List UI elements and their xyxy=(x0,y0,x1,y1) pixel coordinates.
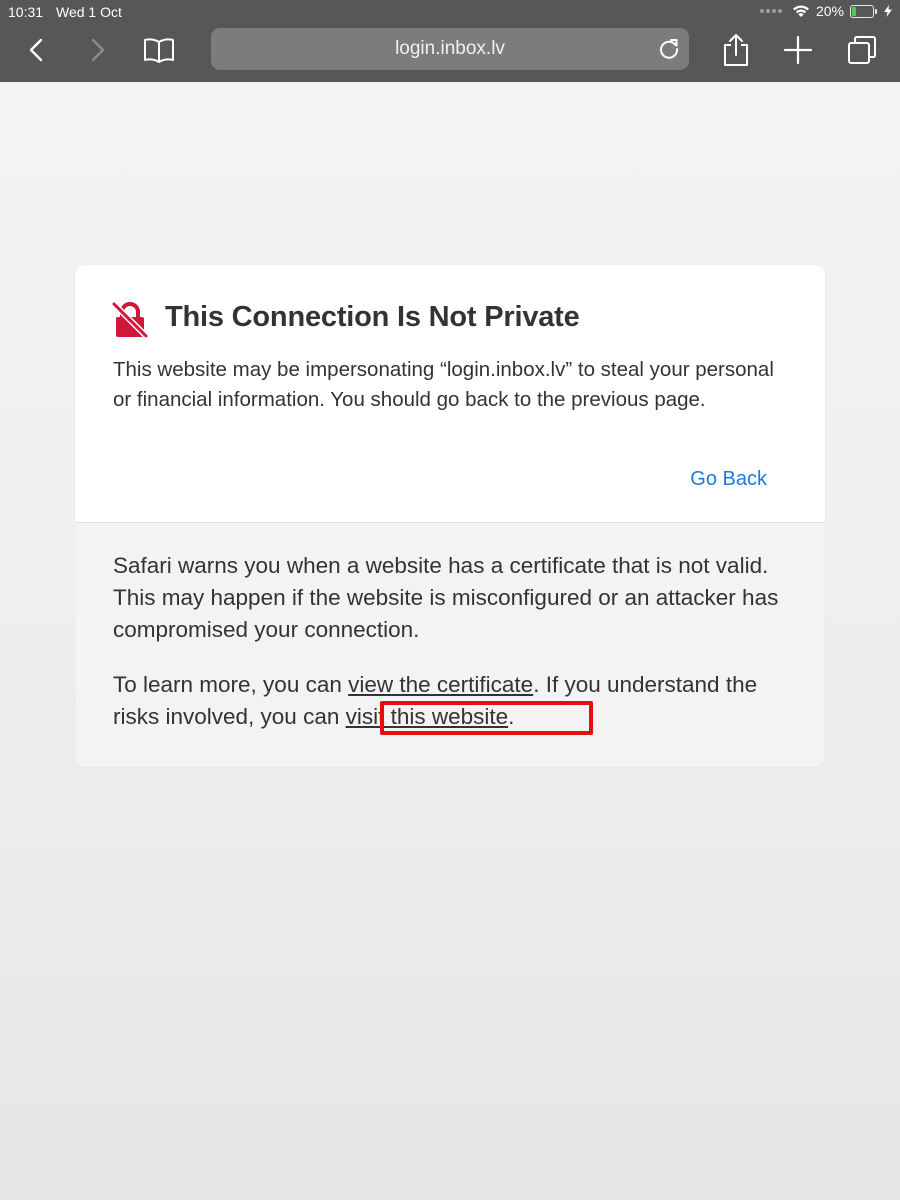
new-tab-icon xyxy=(784,36,812,64)
tabs-button[interactable] xyxy=(842,30,882,70)
bookmarks-icon xyxy=(144,38,174,63)
wifi-icon xyxy=(792,5,809,17)
forward-button[interactable] xyxy=(78,30,118,70)
tabs-icon xyxy=(848,36,876,64)
address-bar[interactable]: login.inbox.lv xyxy=(211,28,689,70)
battery-icon xyxy=(850,4,877,18)
share-icon xyxy=(724,34,748,66)
certificate-explanation: Safari warns you when a website has a ce… xyxy=(113,553,779,642)
warning-card: This Connection Is Not Private This webs… xyxy=(75,265,825,767)
signal-icon xyxy=(759,9,782,13)
go-back-button[interactable]: Go Back xyxy=(690,468,767,491)
back-button[interactable] xyxy=(16,30,56,70)
page-title: This Connection Is Not Private xyxy=(165,301,580,333)
warning-summary: This Connection Is Not Private This webs… xyxy=(75,265,825,523)
share-button[interactable] xyxy=(716,30,756,70)
status-time: 10:31 xyxy=(8,4,44,20)
status-bar: 10:31 Wed 1 Oct 20% xyxy=(0,0,900,24)
view-certificate-link[interactable]: view the certificate xyxy=(348,672,533,697)
status-date: Wed 1 Oct xyxy=(56,4,122,20)
back-icon xyxy=(29,38,43,62)
battery-level xyxy=(852,6,856,16)
highlight-box xyxy=(380,701,593,735)
bookmarks-button[interactable] xyxy=(139,30,179,70)
url-text: login.inbox.lv xyxy=(395,38,505,59)
browser-chrome: 10:31 Wed 1 Oct 20% login.inbox.lv xyxy=(0,0,900,82)
warning-message: This website may be impersonating “login… xyxy=(113,358,774,411)
forward-icon xyxy=(91,38,105,62)
charging-icon xyxy=(884,5,892,17)
reload-icon[interactable] xyxy=(657,37,681,61)
broken-lock-icon xyxy=(111,301,149,339)
new-tab-button[interactable] xyxy=(778,30,818,70)
status-indicators: 20% xyxy=(759,3,892,19)
battery-percent: 20% xyxy=(815,3,844,19)
learn-more-prefix: To learn more, you can xyxy=(113,672,349,697)
